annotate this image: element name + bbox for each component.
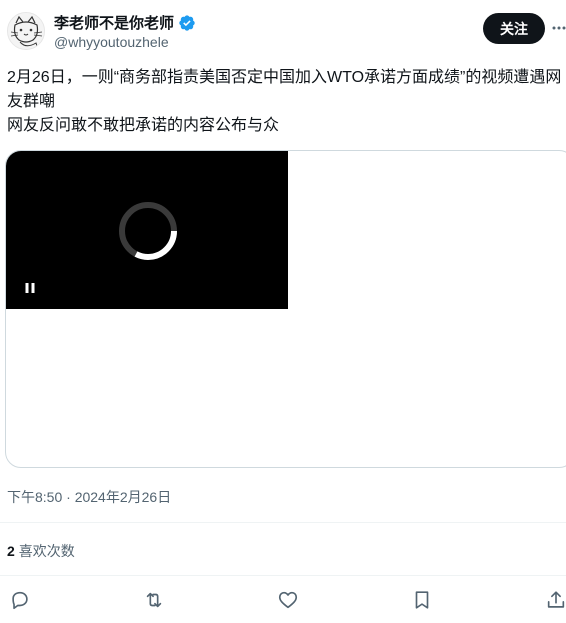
likes-stat[interactable]: 2 喜欢次数 [7,541,75,561]
retweet-icon[interactable] [143,589,165,611]
more-dots-icon[interactable] [552,21,566,35]
author-name-row: 李老师不是你老师 [54,12,196,33]
likes-label: 喜欢次数 [18,543,75,559]
tweet-header: 李老师不是你老师 @whyyoutouzhele 关注 [0,0,566,60]
author-handle[interactable]: @whyyoutouzhele [54,34,169,50]
tweet-page: 李老师不是你老师 @whyyoutouzhele 关注 2月26日，一则“商务部… [0,0,566,623]
verified-badge-icon[interactable] [178,14,196,32]
likes-count: 2 [7,543,15,559]
divider [0,522,566,523]
reply-icon[interactable] [9,589,31,611]
loading-spinner-icon [117,200,179,262]
heart-icon[interactable] [277,589,299,611]
avatar[interactable] [7,12,45,50]
tweet-text-line-2: 网友反问敢不敢把承诺的内容公布与众 [7,117,280,134]
cat-avatar-icon [8,13,44,49]
tweet-text: 2月26日，一则“商务部指责美国否定中国加入WTO承诺方面成绩”的视频遭遇网友群… [7,66,566,138]
bookmark-icon[interactable] [411,589,433,611]
author-display-name[interactable]: 李老师不是你老师 [54,12,174,33]
pause-icon[interactable] [24,281,36,293]
follow-button[interactable]: 关注 [483,13,545,44]
media-card[interactable] [5,150,566,468]
video-player[interactable] [6,151,288,309]
tweet-timestamp[interactable]: 下午8:50 · 2024年2月26日 [7,487,171,507]
divider [0,575,566,576]
tweet-text-line-1: 2月26日，一则“商务部指责美国否定中国加入WTO承诺方面成绩”的视频遭遇网友群… [7,69,562,110]
share-icon[interactable] [545,589,566,611]
